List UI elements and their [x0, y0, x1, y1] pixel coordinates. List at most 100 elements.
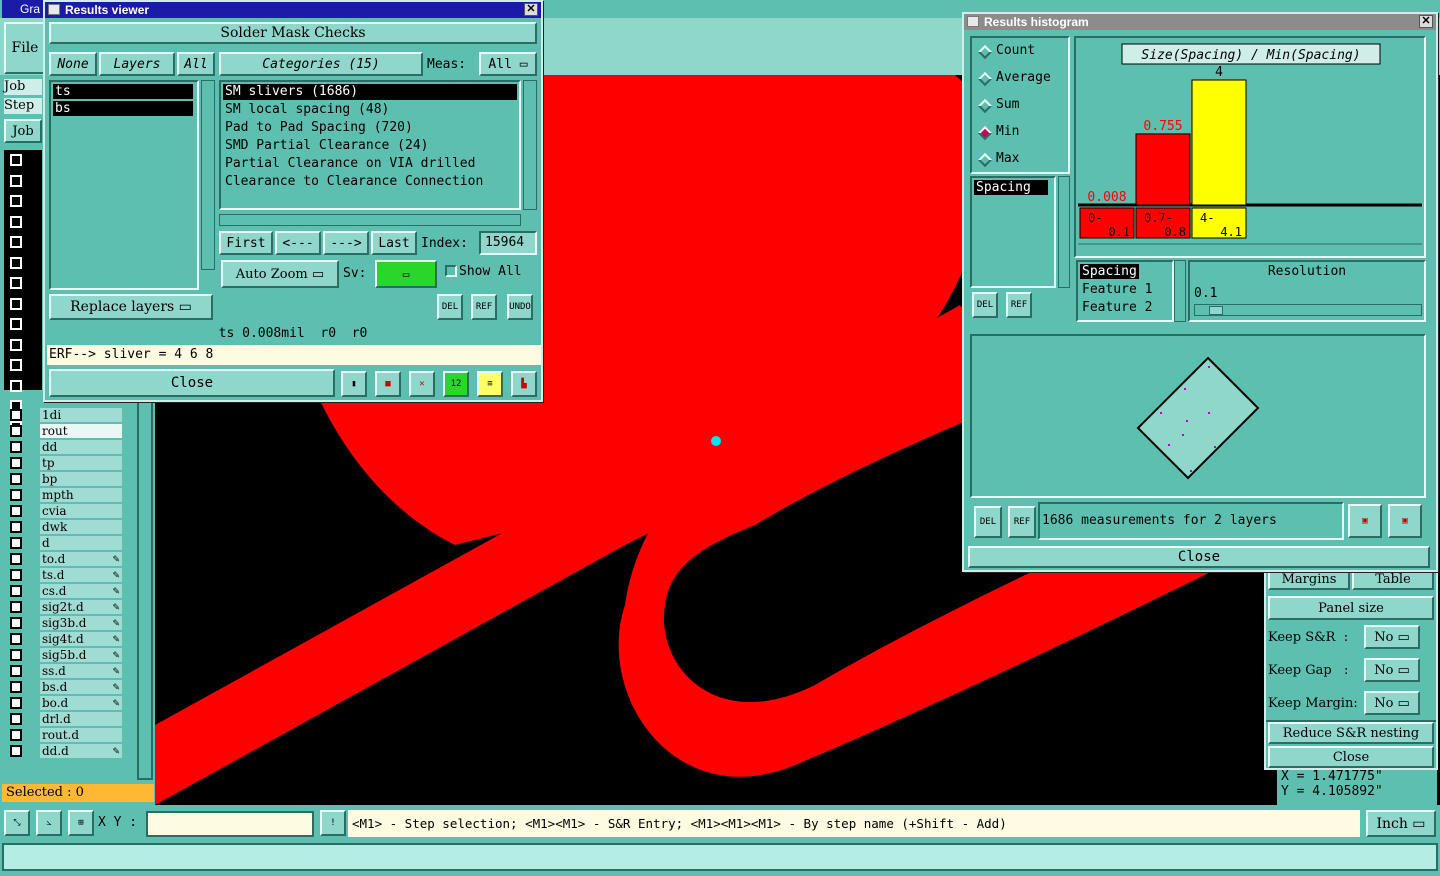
menu-file[interactable]: File — [4, 22, 46, 74]
numbered-list-icon[interactable]: 12 — [443, 371, 469, 397]
layer-checkbox[interactable] — [10, 215, 22, 228]
layer-checkbox[interactable] — [10, 713, 22, 725]
layer-item[interactable]: sig2t.d ✎ — [40, 600, 122, 614]
category-item[interactable]: SMD Partial Clearance (24) — [223, 138, 517, 154]
keep-gap-select[interactable]: No ▭ — [1364, 658, 1420, 682]
first-button[interactable]: First — [219, 231, 273, 255]
layer-checkbox[interactable] — [10, 537, 22, 549]
layer-item[interactable]: dwk — [40, 520, 122, 534]
layer-item[interactable]: drl.d — [40, 712, 122, 726]
preview-del-icon[interactable]: DEL — [974, 506, 1002, 538]
layer-checkbox[interactable] — [10, 277, 22, 289]
mode-radio[interactable] — [977, 44, 993, 60]
categories-hscroll[interactable] — [219, 214, 521, 226]
layer-checkbox[interactable] — [10, 359, 22, 371]
layer-checkbox[interactable] — [10, 697, 22, 709]
ref-delete-icon[interactable]: ✕ — [409, 371, 435, 397]
layer-item[interactable]: sig4t.d ✎ — [40, 632, 122, 646]
mode-radio[interactable] — [977, 71, 993, 87]
layer-checkbox[interactable] — [10, 425, 22, 437]
export-icon[interactable]: ▣ — [1348, 504, 1382, 538]
layer-item[interactable]: sig5b.d ✎ — [40, 648, 122, 662]
keep-margin-select[interactable]: No ▭ — [1364, 691, 1420, 715]
zoom-fit-icon[interactable]: ⤡ — [4, 810, 30, 836]
layer-item[interactable]: ts.d ✎ — [40, 568, 122, 582]
layers-listbox[interactable]: ts bs — [49, 80, 199, 290]
layer-checkbox[interactable] — [10, 649, 22, 661]
del-icon[interactable]: DEL — [437, 294, 463, 320]
layer-item[interactable]: d — [40, 536, 122, 550]
layer-checkbox[interactable] — [10, 585, 22, 597]
none-button[interactable]: None — [49, 52, 97, 76]
units-select[interactable]: Inch ▭ — [1366, 810, 1436, 837]
prev-button[interactable]: <--- — [275, 231, 321, 255]
layer-item[interactable]: bo.d ✎ — [40, 696, 122, 710]
ref-icon[interactable]: REF — [471, 294, 497, 320]
histogram-bar[interactable] — [1191, 79, 1247, 206]
layer-item[interactable]: rout.d — [40, 728, 122, 742]
index-input[interactable]: 15964 — [479, 231, 537, 255]
histogram-yellow-icon[interactable]: ▮ — [341, 371, 367, 397]
last-button[interactable]: Last — [371, 231, 417, 255]
layer-checkbox[interactable] — [10, 174, 22, 187]
layer-checkbox[interactable] — [10, 318, 22, 330]
mode-radio[interactable] — [977, 152, 993, 168]
preview-ref-icon[interactable]: REF — [1008, 506, 1036, 538]
report-icon[interactable]: ≡ — [477, 371, 503, 397]
close-icon[interactable]: ✕ — [524, 3, 538, 16]
layer-checkbox[interactable] — [10, 665, 22, 677]
layer-item[interactable]: dd — [40, 440, 122, 454]
undo-icon[interactable]: UNDO — [507, 294, 533, 320]
results-viewer-close[interactable]: Close — [49, 369, 335, 397]
layer-checkbox[interactable] — [10, 553, 22, 565]
category-item[interactable]: SM slivers (1686) — [223, 84, 517, 100]
layer-checkbox[interactable] — [10, 489, 22, 501]
layer-checkbox[interactable] — [10, 256, 22, 269]
layers-list-vscroll[interactable] — [201, 80, 215, 270]
mode-radio[interactable] — [977, 98, 993, 114]
command-line[interactable] — [2, 843, 1438, 871]
replace-layers-select[interactable]: Replace layers ▭ — [49, 294, 213, 320]
layer-item[interactable]: rout — [40, 424, 122, 438]
hist-ref-icon[interactable]: REF — [1006, 292, 1032, 318]
measure-listbox[interactable]: Spacing — [970, 176, 1056, 288]
layer-item[interactable]: sig3b.d ✎ — [40, 616, 122, 630]
show-all-checkbox[interactable] — [445, 265, 457, 277]
categories-vscroll[interactable] — [523, 80, 537, 210]
measure-vscroll[interactable] — [1058, 176, 1070, 288]
panel-size-button[interactable]: Panel size — [1268, 596, 1434, 620]
layer-checkbox[interactable] — [10, 617, 22, 629]
feature-item[interactable]: Spacing — [1080, 264, 1139, 279]
layer-checkbox[interactable] — [10, 379, 22, 392]
feature-item[interactable]: Feature 2 — [1080, 300, 1154, 315]
category-item[interactable]: Pad to Pad Spacing (720) — [223, 120, 517, 136]
layer-item[interactable]: ss.d ✎ — [40, 664, 122, 678]
feature-item[interactable]: Feature 1 — [1080, 282, 1154, 297]
layer-checkbox[interactable] — [10, 473, 22, 485]
histogram-bar[interactable] — [1135, 133, 1191, 206]
layer-checkbox[interactable] — [10, 569, 22, 581]
resolution-slider-thumb[interactable] — [1209, 306, 1223, 315]
feature-vscroll[interactable] — [1174, 260, 1186, 322]
category-item[interactable]: Partial Clearance on VIA drilled — [223, 156, 517, 172]
info-icon[interactable]: ! — [320, 810, 346, 836]
keep-sr-select[interactable]: No ▭ — [1364, 625, 1420, 649]
hist-del-icon[interactable]: DEL — [972, 292, 998, 318]
layer-checkbox[interactable] — [10, 441, 22, 453]
measure-item-spacing[interactable]: Spacing — [974, 180, 1048, 195]
category-item[interactable]: Clearance to Clearance Connection — [223, 174, 517, 190]
layer-checkbox[interactable] — [10, 409, 22, 421]
reject-icon[interactable]: ■ — [375, 371, 401, 397]
layer-item[interactable]: to.d ✎ — [40, 552, 122, 566]
layer-item[interactable]: bp — [40, 472, 122, 486]
right-panel-close[interactable]: Close — [1268, 746, 1434, 768]
layer-item[interactable]: mpth — [40, 488, 122, 502]
layer-checkbox[interactable] — [10, 633, 22, 645]
layer-checkbox[interactable] — [10, 681, 22, 693]
layer-checkbox[interactable] — [10, 236, 22, 248]
layer-checkbox[interactable] — [10, 521, 22, 533]
resolution-slider[interactable] — [1194, 304, 1422, 316]
layer-checkbox[interactable] — [10, 195, 22, 207]
histogram-close[interactable]: Close — [968, 546, 1430, 568]
layer-checkbox[interactable] — [10, 154, 22, 166]
